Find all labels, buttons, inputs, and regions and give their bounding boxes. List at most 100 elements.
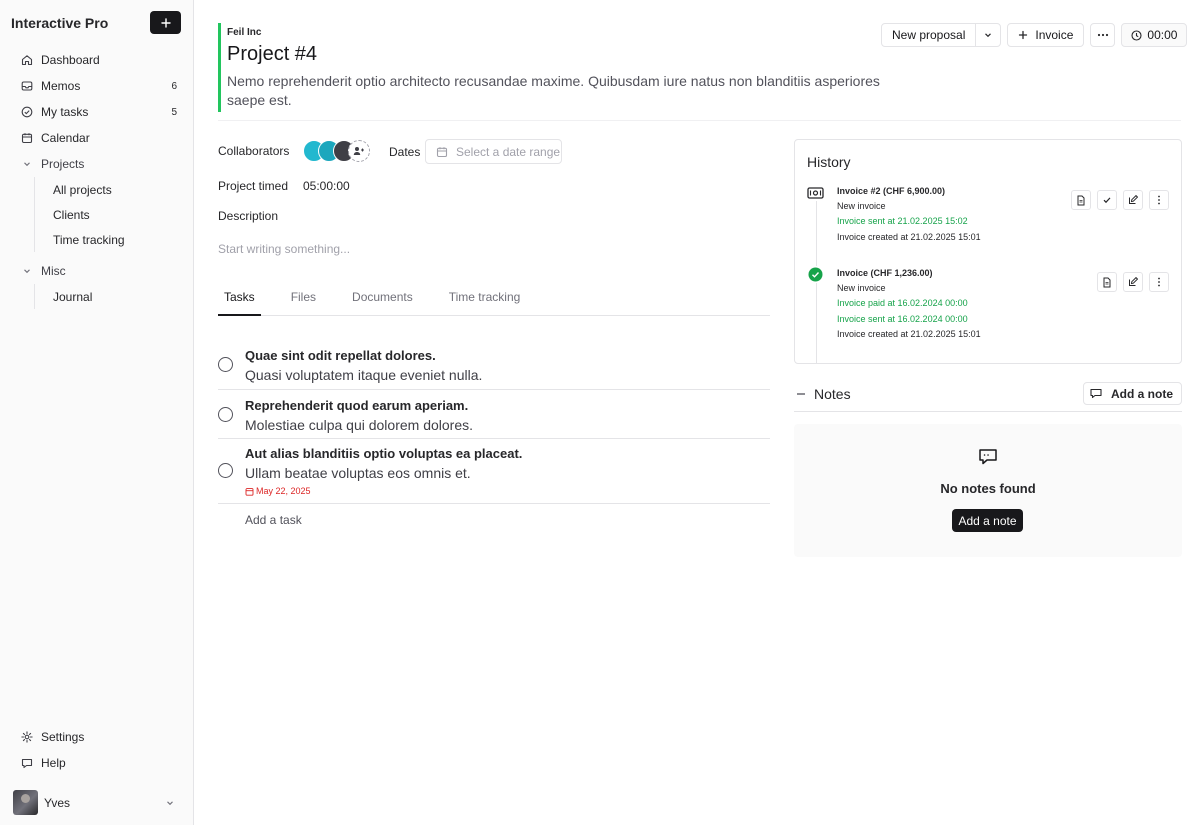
dates-label: Dates bbox=[389, 145, 421, 159]
task-title: Quae sint odit repellat dolores. bbox=[245, 348, 436, 363]
timer-button[interactable]: 00:00 bbox=[1121, 23, 1188, 47]
history-entry-actions bbox=[1097, 272, 1169, 292]
divider bbox=[218, 120, 1181, 121]
notes-title: Notes bbox=[814, 386, 851, 402]
sidebar-item-label: All projects bbox=[53, 182, 112, 197]
tab-files[interactable]: Files bbox=[285, 290, 322, 316]
download-pdf-button[interactable] bbox=[1071, 190, 1091, 210]
tab-tasks[interactable]: Tasks bbox=[218, 290, 261, 316]
history-line: Invoice paid at 16.02.2024 00:00 bbox=[837, 298, 968, 309]
sidebar-item-label: Dashboard bbox=[41, 53, 100, 67]
task-title: Reprehenderit quod earum aperiam. bbox=[245, 398, 469, 413]
add-note-button[interactable]: Add a note bbox=[1083, 382, 1182, 405]
clock-icon bbox=[1131, 29, 1142, 41]
more-horizontal-icon bbox=[1097, 33, 1109, 37]
sidebar-group-label: Misc bbox=[41, 264, 66, 278]
sidebar-item-dashboard[interactable]: Dashboard bbox=[12, 47, 181, 73]
avatar bbox=[13, 790, 38, 815]
sidebar-item-calendar[interactable]: Calendar bbox=[12, 125, 181, 151]
sidebar-nav: Dashboard Memos 6 My tasks 5 Calendar Pr… bbox=[0, 34, 193, 309]
sidebar-item-memos[interactable]: Memos 6 bbox=[12, 73, 181, 99]
sidebar-item-all-projects[interactable]: All projects bbox=[53, 177, 181, 202]
download-pdf-button[interactable] bbox=[1097, 272, 1117, 292]
history-line: Invoice sent at 21.02.2025 15:02 bbox=[837, 216, 968, 227]
edit-button[interactable] bbox=[1123, 272, 1143, 292]
sidebar-item-help[interactable]: Help bbox=[12, 750, 181, 776]
sidebar: Interactive Pro Dashboard Memos 6 My tas… bbox=[0, 0, 194, 825]
edit-button[interactable] bbox=[1123, 190, 1143, 210]
edit-icon bbox=[1129, 277, 1138, 286]
list-item[interactable]: Aut alias blanditiis optio voluptas ea p… bbox=[218, 439, 770, 504]
sidebar-item-journal[interactable]: Journal bbox=[53, 284, 181, 309]
task-checkbox[interactable] bbox=[218, 463, 233, 478]
add-collaborator-button[interactable] bbox=[348, 140, 370, 162]
date-range-placeholder: Select a date range bbox=[456, 144, 561, 159]
more-vertical-icon bbox=[1158, 195, 1160, 205]
new-item-button[interactable] bbox=[150, 11, 181, 34]
sidebar-group-misc[interactable]: Misc bbox=[12, 258, 181, 284]
project-description: Nemo reprehenderit optio architecto recu… bbox=[227, 73, 880, 108]
sidebar-bottom: Settings Help bbox=[12, 724, 181, 776]
calendar-icon bbox=[245, 487, 254, 496]
history-panel: History Invoice #2 (CHF 6,900.00) New in… bbox=[794, 139, 1182, 364]
user-menu[interactable]: Yves bbox=[13, 790, 175, 815]
count-badge: 6 bbox=[171, 80, 177, 92]
more-actions-button[interactable] bbox=[1090, 23, 1116, 47]
sidebar-item-label: Settings bbox=[41, 730, 85, 744]
invoice-button[interactable]: Invoice bbox=[1007, 23, 1085, 47]
history-line: New invoice bbox=[837, 201, 886, 212]
mark-paid-button[interactable] bbox=[1097, 190, 1117, 210]
description-editor[interactable]: Start writing something... bbox=[218, 242, 350, 256]
list-item[interactable]: Reprehenderit quod earum aperiam. Molest… bbox=[218, 390, 770, 439]
sidebar-item-label: My tasks bbox=[41, 105, 89, 119]
history-line: Invoice sent at 16.02.2024 00:00 bbox=[837, 313, 968, 324]
chevron-down-icon bbox=[20, 159, 33, 169]
invoice-button-label: Invoice bbox=[1035, 28, 1074, 42]
app-name: Interactive Pro bbox=[11, 14, 109, 31]
new-proposal-button[interactable]: New proposal bbox=[882, 24, 977, 46]
history-entry-actions bbox=[1071, 190, 1169, 210]
sidebar-group-projects[interactable]: Projects bbox=[12, 151, 181, 177]
collapse-icon[interactable] bbox=[796, 389, 806, 399]
task-checkbox[interactable] bbox=[218, 407, 233, 422]
chevron-down-icon bbox=[985, 33, 992, 38]
add-note-label: Add a note bbox=[1111, 386, 1173, 401]
sidebar-item-label: Journal bbox=[53, 289, 93, 304]
file-icon bbox=[1103, 277, 1111, 287]
count-badge: 5 bbox=[171, 106, 177, 118]
sidebar-item-label: Clients bbox=[53, 207, 90, 222]
sidebar-item-time-tracking[interactable]: Time tracking bbox=[53, 227, 181, 252]
empty-add-note-button[interactable]: Add a note bbox=[952, 509, 1023, 532]
due-date-text: May 22, 2025 bbox=[256, 486, 311, 496]
sidebar-item-clients[interactable]: Clients bbox=[53, 202, 181, 227]
task-checkbox[interactable] bbox=[218, 357, 233, 372]
date-range-picker[interactable]: Select a date range bbox=[425, 139, 562, 164]
sidebar-item-my-tasks[interactable]: My tasks 5 bbox=[12, 99, 181, 125]
calendar-icon bbox=[436, 146, 448, 157]
tab-time-tracking[interactable]: Time tracking bbox=[443, 290, 527, 316]
sidebar-item-label: Help bbox=[41, 756, 66, 770]
new-proposal-menu-button[interactable] bbox=[976, 30, 1000, 40]
collaborators-list bbox=[303, 140, 370, 162]
history-entry: Invoice #2 (CHF 6,900.00) New invoice In… bbox=[837, 184, 981, 245]
misc-submenu: Journal bbox=[34, 284, 181, 309]
empty-state-text: No notes found bbox=[940, 481, 1036, 496]
description-label: Description bbox=[218, 209, 279, 223]
edit-icon bbox=[1129, 195, 1138, 204]
invoice-icon bbox=[807, 184, 824, 201]
project-tabs: Tasks Files Documents Time tracking bbox=[218, 290, 770, 316]
check-circle-icon bbox=[20, 106, 33, 118]
task-title: Aut alias blanditiis optio voluptas ea p… bbox=[245, 446, 523, 461]
add-task-button[interactable]: Add a task bbox=[245, 513, 302, 527]
list-item[interactable]: Quae sint odit repellat dolores. Quasi v… bbox=[218, 340, 770, 390]
company-name: Feil Inc bbox=[227, 27, 262, 38]
task-subtitle: Ullam beatae voluptas eos omnis et. bbox=[245, 465, 471, 481]
timer-value: 00:00 bbox=[1147, 28, 1178, 42]
inbox-icon bbox=[20, 80, 33, 92]
more-options-button[interactable] bbox=[1149, 190, 1169, 210]
sidebar-item-settings[interactable]: Settings bbox=[12, 724, 181, 750]
comment-icon bbox=[1090, 388, 1102, 399]
more-options-button[interactable] bbox=[1149, 272, 1169, 292]
tab-documents[interactable]: Documents bbox=[346, 290, 419, 316]
task-subtitle: Quasi voluptatem itaque eveniet nulla. bbox=[245, 367, 483, 383]
